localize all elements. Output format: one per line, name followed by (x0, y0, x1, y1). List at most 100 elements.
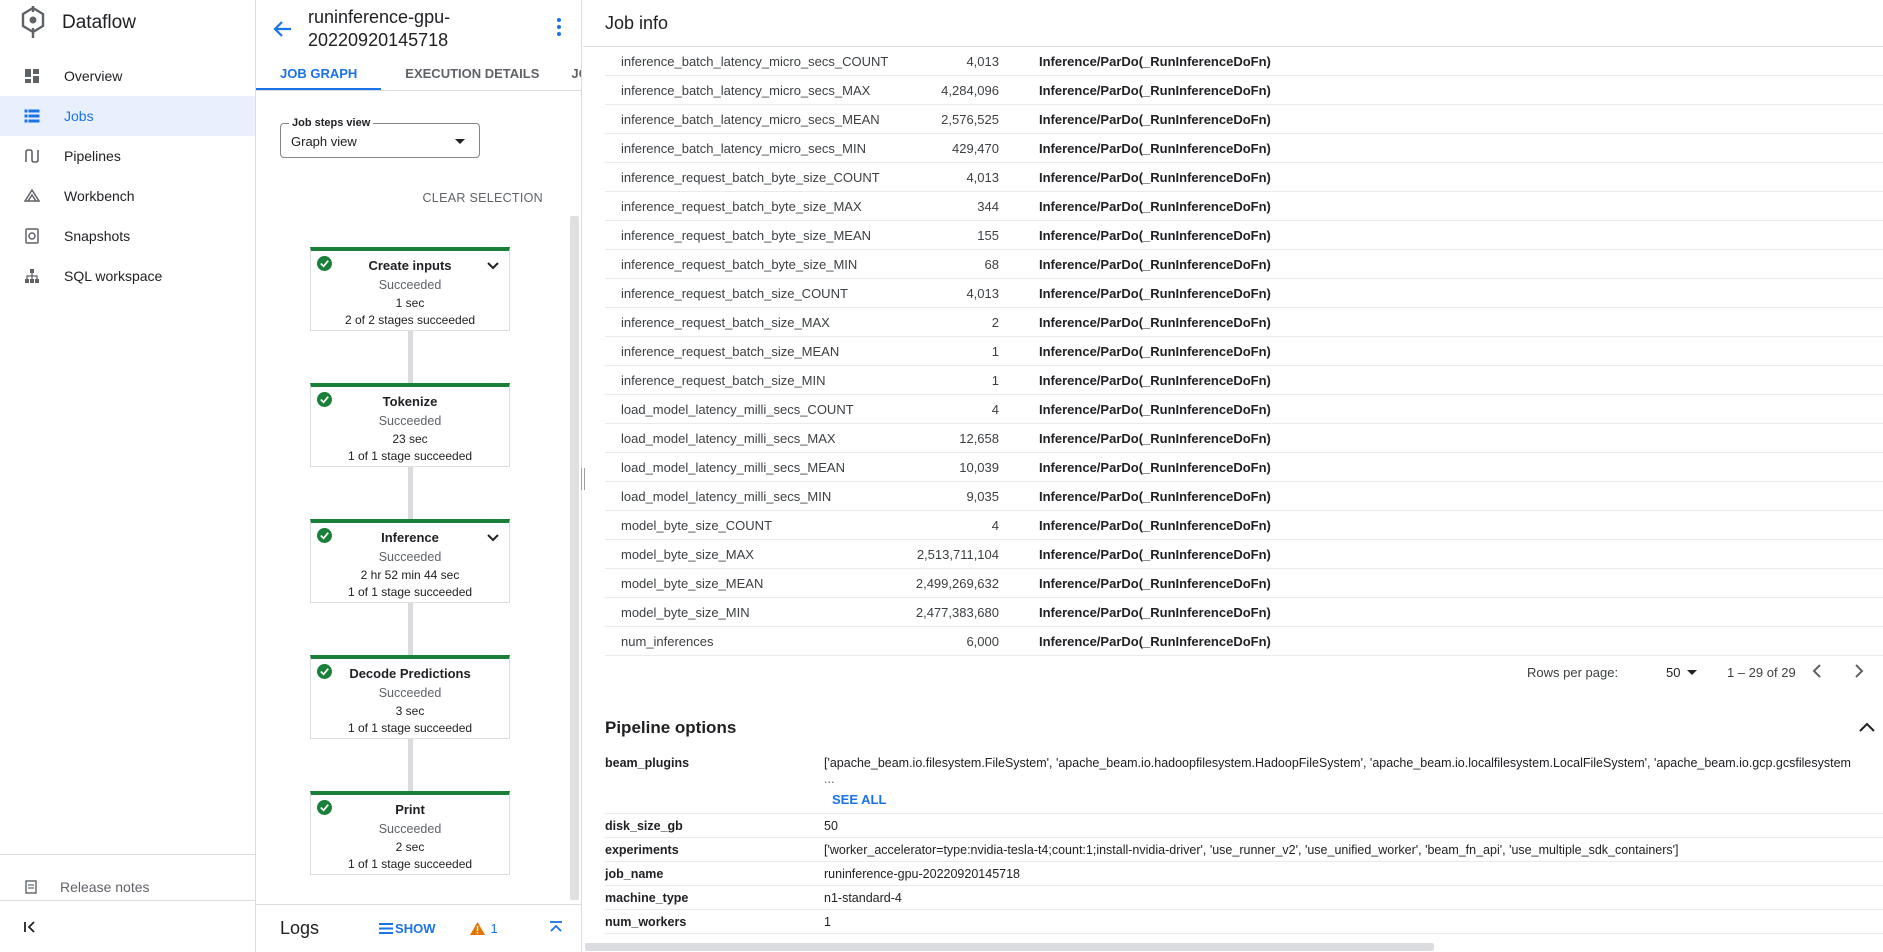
metric-step: Inference/ParDo(_RunInferenceDoFn) (1039, 488, 1271, 504)
metric-name: inference_request_batch_byte_size_MIN (621, 256, 858, 272)
dataflow-logo-icon (21, 6, 45, 38)
rows-per-page-select[interactable]: 50 (1666, 665, 1680, 680)
warning-icon (469, 922, 485, 935)
more-vert-icon[interactable] (550, 16, 568, 38)
dropdown-caret-icon[interactable] (1687, 670, 1697, 675)
nav-item-sql-workspace[interactable]: SQL workspace (0, 256, 255, 296)
clear-selection-button[interactable]: CLEAR SELECTION (422, 191, 543, 205)
metric-name: inference_batch_latency_micro_secs_MEAN (621, 111, 880, 127)
nav-item-label: SQL workspace (64, 268, 163, 284)
dropdown-caret-icon (455, 139, 465, 144)
metric-name: inference_request_batch_size_MIN (621, 372, 826, 388)
job-tabs: JOB GRAPH EXECUTION DETAILS JOB METRICS (256, 55, 581, 91)
chevron-left-icon[interactable] (1809, 662, 1827, 680)
step-connector (408, 330, 413, 385)
metric-name: load_model_latency_milli_secs_MAX (621, 430, 836, 446)
metric-value: 4,013 (966, 285, 999, 301)
step-connector (408, 602, 413, 657)
sql-workspace-icon (24, 268, 40, 284)
nav-item-overview[interactable]: Overview (0, 56, 255, 96)
nav-item-workbench[interactable]: Workbench (0, 176, 255, 216)
metric-name: inference_request_batch_size_COUNT (621, 285, 848, 301)
metric-name: model_byte_size_COUNT (621, 517, 773, 533)
option-value: ['worker_accelerator=type:nvidia-tesla-t… (824, 843, 1679, 857)
metric-value: 2,477,383,680 (915, 604, 999, 620)
nav-item-label: Workbench (64, 188, 135, 204)
option-key: beam_plugins (605, 756, 690, 770)
step-node-tokenize[interactable]: Tokenize Succeeded 23 sec 1 of 1 stage s… (310, 383, 510, 467)
rows-per-page-label: Rows per page: (1527, 665, 1619, 680)
job-title: runinference-gpu-20220920145718 (308, 7, 451, 50)
brand: Dataflow (0, 0, 255, 46)
truncation-ellipsis: ... (824, 772, 835, 786)
metric-value: 4,284,096 (941, 82, 999, 98)
metric-value: 6,000 (966, 633, 999, 649)
metric-name: model_byte_size_MIN (621, 604, 750, 620)
warning-count: 1 (490, 921, 498, 936)
step-status: Succeeded (378, 822, 442, 836)
tab-job-metrics[interactable]: JOB METRICS (563, 55, 581, 90)
step-duration: 23 sec (392, 432, 428, 446)
menu-lines-icon (379, 923, 394, 934)
metric-name: inference_request_batch_byte_size_MAX (621, 198, 862, 214)
metric-value: 344 (977, 198, 999, 214)
back-arrow-icon[interactable] (272, 18, 294, 40)
collapse-nav-button[interactable] (0, 900, 255, 952)
metric-value: 4,013 (966, 53, 999, 69)
graph-scrollbar[interactable] (570, 216, 579, 900)
step-node-inference[interactable]: Inference Succeeded 2 hr 52 min 44 sec 1… (310, 519, 510, 603)
chevron-down-icon[interactable] (487, 534, 499, 542)
metric-value: 12,658 (959, 430, 999, 446)
custom-metrics-table: inference_batch_latency_micro_secs_COUNT… (605, 47, 1883, 656)
table-row: inference_request_batch_size_MAX 2 Inferen… (605, 308, 1883, 337)
nav-item-jobs[interactable]: Jobs (0, 96, 255, 136)
nav-item-label: Overview (64, 68, 123, 84)
option-value: 50 (824, 819, 838, 833)
horizontal-scrollbar[interactable] (585, 943, 1434, 951)
step-duration: 1 sec (395, 296, 425, 310)
nav-item-label: Pipelines (64, 148, 121, 164)
dashboard-icon (24, 68, 40, 84)
metric-value: 4 (991, 517, 999, 533)
nav-item-pipelines[interactable]: Pipelines (0, 136, 255, 176)
metric-step: Inference/ParDo(_RunInferenceDoFn) (1039, 546, 1271, 562)
tab-execution-details[interactable]: EXECUTION DETAILS (381, 55, 563, 90)
metric-step: Inference/ParDo(_RunInferenceDoFn) (1039, 111, 1271, 127)
side-navigation: Dataflow Overview Jobs Pipelines Workben… (0, 0, 256, 952)
table-row: inference_request_batch_byte_size_MAX 344… (605, 192, 1883, 221)
table-row: model_byte_size_MAX 2,513,711,104 Inferenc… (605, 540, 1883, 569)
nav-item-snapshots[interactable]: Snapshots (0, 216, 255, 256)
metric-name: inference_request_batch_size_MAX (621, 314, 830, 330)
table-row: num_inferences 6,000 Inference/ParDo(_RunI… (605, 627, 1883, 656)
step-status: Succeeded (378, 414, 442, 428)
table-pagination: Rows per page: 50 1 – 29 of 29 (605, 657, 1883, 687)
step-stages: 1 of 1 stage succeeded (347, 721, 473, 735)
table-row: inference_request_batch_byte_size_MEAN 15… (605, 221, 1883, 250)
pipeline-option-row: num_workers 1 (605, 910, 1883, 934)
step-status: Succeeded (378, 686, 442, 700)
logs-show-button[interactable]: SHOW (379, 921, 436, 936)
option-key: job_name (605, 867, 664, 881)
pipeline-option-row: experiments ['worker_accelerator=type:nv… (605, 838, 1883, 862)
metric-value: 2,576,525 (941, 111, 999, 127)
job-steps-view-select[interactable]: Job steps view Graph view (280, 117, 480, 158)
metric-step: Inference/ParDo(_RunInferenceDoFn) (1039, 314, 1271, 330)
step-node-decode-predictions[interactable]: Decode Predictions Succeeded 3 sec 1 of … (310, 655, 510, 739)
expand-up-icon[interactable] (549, 921, 563, 933)
chevron-right-icon[interactable] (1849, 662, 1867, 680)
step-node-create-inputs[interactable]: Create inputs Succeeded 1 sec 2 of 2 sta… (310, 247, 510, 331)
success-check-icon (317, 256, 332, 271)
chevron-up-icon[interactable] (1859, 722, 1875, 732)
step-duration: 2 sec (395, 840, 425, 854)
metric-name: inference_batch_latency_micro_secs_COUNT (621, 53, 889, 69)
step-status: Succeeded (378, 550, 442, 564)
table-row: inference_batch_latency_micro_secs_MEAN 2… (605, 105, 1883, 134)
step-node-print[interactable]: Print Succeeded 2 sec 1 of 1 stage succe… (310, 791, 510, 875)
logs-show-label: SHOW (395, 921, 436, 936)
logs-warning-count[interactable]: 1 (469, 921, 498, 936)
chevron-down-icon[interactable] (487, 262, 499, 270)
table-row: inference_request_batch_byte_size_COUNT 4… (605, 163, 1883, 192)
metric-step: Inference/ParDo(_RunInferenceDoFn) (1039, 633, 1271, 649)
tab-job-graph[interactable]: JOB GRAPH (256, 55, 382, 90)
see-all-button[interactable]: SEE ALL (832, 792, 886, 807)
